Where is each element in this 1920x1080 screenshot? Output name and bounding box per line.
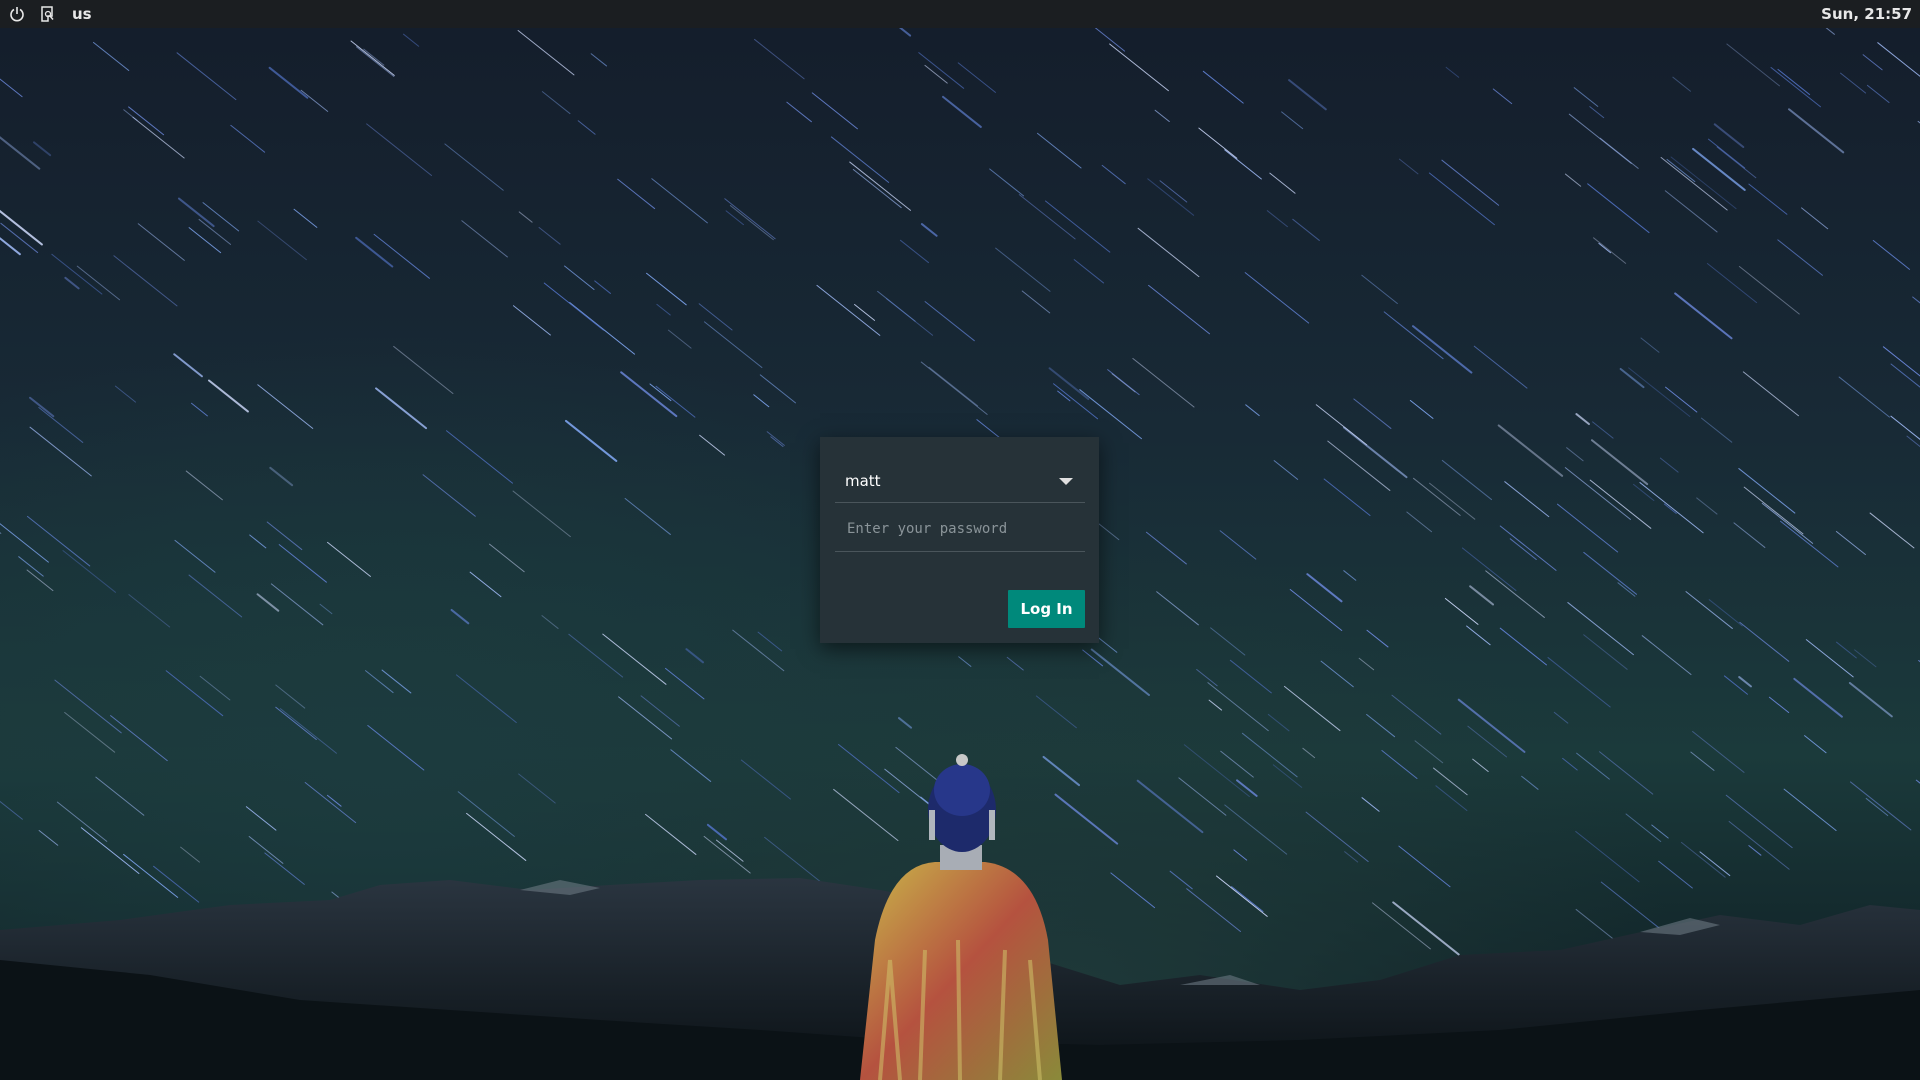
user-select-dropdown[interactable]: matt: [835, 457, 1085, 503]
clock: Sun, 21:57: [1821, 5, 1912, 23]
keyboard-layout-indicator[interactable]: us: [72, 5, 92, 23]
statue: [860, 754, 1062, 1080]
top-panel-left: us: [8, 0, 92, 28]
power-icon[interactable]: [8, 5, 26, 23]
selected-user-name: matt: [845, 472, 881, 490]
chevron-down-icon: [1059, 478, 1073, 485]
password-field-wrapper: [835, 507, 1085, 552]
accessibility-icon[interactable]: [38, 5, 56, 23]
top-panel: us Sun, 21:57: [0, 0, 1920, 28]
login-card: matt Log In: [820, 437, 1099, 643]
password-input[interactable]: [835, 507, 1085, 551]
login-button[interactable]: Log In: [1008, 590, 1085, 628]
